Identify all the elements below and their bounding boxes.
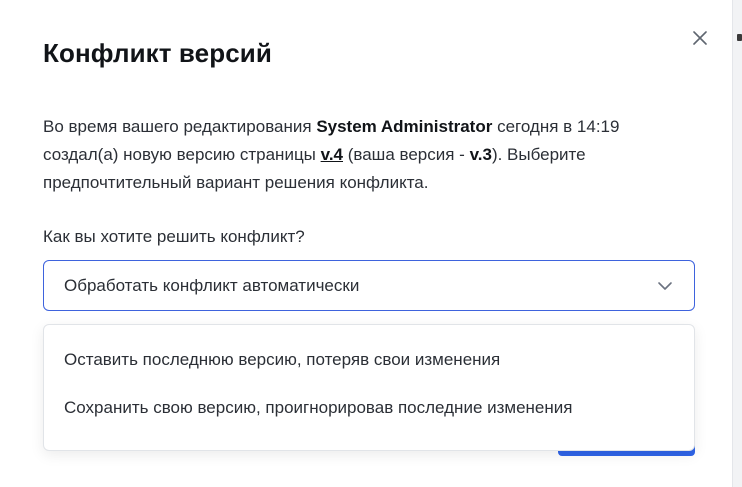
message-text: Во время вашего редактирования [43, 117, 317, 136]
your-version-label: v.3 [469, 145, 492, 164]
option-keep-latest[interactable]: Оставить последнюю версию, потеряв свои … [44, 343, 694, 391]
message-text: (ваша версия - [343, 145, 470, 164]
background-overlay-edge [732, 0, 742, 487]
option-keep-mine[interactable]: Сохранить свою версию, проигнорировав по… [44, 391, 694, 439]
dialog-title: Конфликт версий [43, 38, 272, 68]
conflict-message: Во время вашего редактирования System Ad… [43, 113, 683, 197]
select-value: Обработать конфликт автоматически [64, 275, 360, 295]
new-version-link[interactable]: v.4 [321, 145, 343, 164]
resolution-select[interactable]: Обработать конфликт автоматически [43, 260, 695, 311]
chevron-down-icon [658, 282, 672, 290]
background-element [737, 34, 742, 41]
resolution-question: Как вы хотите решить конфликт? [43, 227, 305, 246]
resolution-dropdown-menu: Оставить последнюю версию, потеряв свои … [43, 324, 695, 451]
author-name: System Administrator [316, 117, 493, 136]
close-button[interactable] [688, 26, 712, 50]
close-icon [693, 31, 707, 45]
version-conflict-dialog: Конфликт версий Во время вашего редактир… [0, 0, 732, 487]
